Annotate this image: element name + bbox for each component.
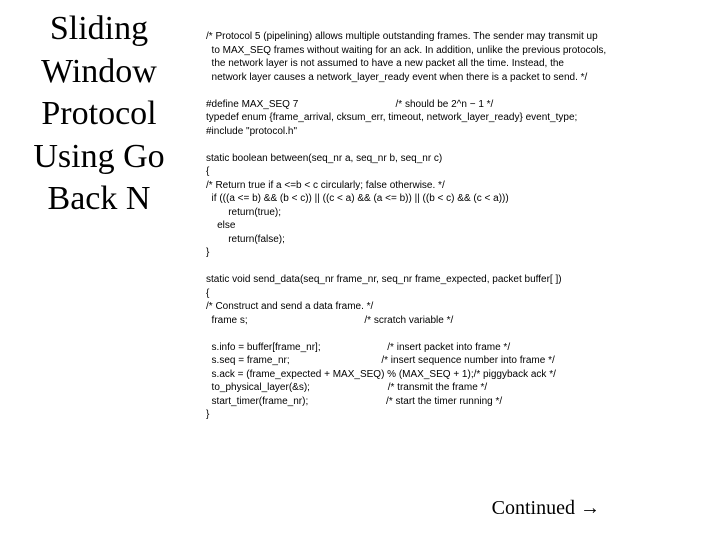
continued-label: Continued →	[492, 497, 600, 520]
slide: Sliding Window Protocol Using Go Back N …	[0, 0, 720, 540]
code-block: /* Protocol 5 (pipelining) allows multip…	[206, 30, 706, 422]
slide-title: Sliding Window Protocol Using Go Back N	[4, 8, 194, 221]
